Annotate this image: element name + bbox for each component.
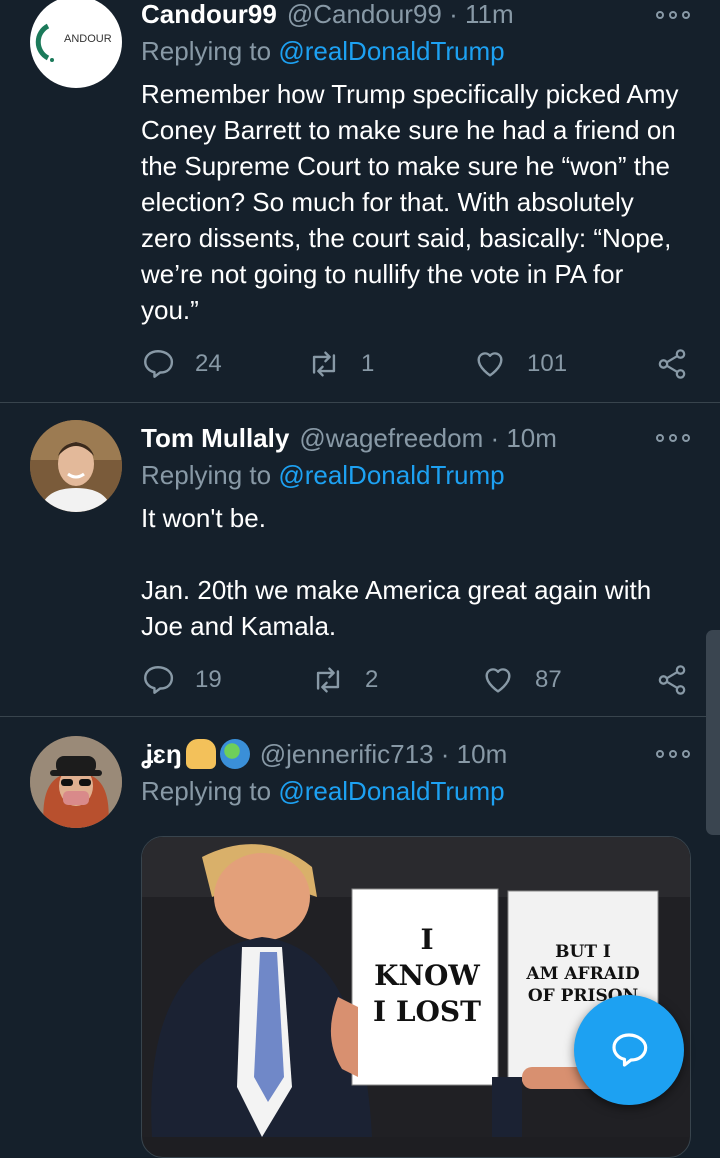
retweet-icon [312,351,336,377]
folded-hands-emoji [185,739,216,769]
compose-reply-icon [612,1033,648,1067]
replying-to: Replying to @realDonaldTrump [141,36,505,67]
avatar[interactable] [30,736,122,828]
avatar[interactable]: ANDOUR [30,0,122,88]
retweet-button[interactable]: 2 [311,660,378,700]
replying-to-label: Replying to [141,776,279,806]
globe-emoji [219,739,250,769]
share-icon [658,665,686,695]
tweet-candour99[interactable]: ANDOUR Candour99 @Candour99 · 11m Replyi… [0,0,720,400]
handle-timestamp[interactable]: @wagefreedom · 10m [299,423,557,454]
mention-link[interactable]: @realDonaldTrump [278,36,504,66]
more-options-icon[interactable] [656,8,690,22]
mention-link[interactable]: @realDonaldTrump [278,776,504,806]
like-count: 101 [527,350,568,377]
tweet-tom-mullaly[interactable]: Tom Mullaly @wagefreedom · 10m Replying … [0,420,720,716]
tweet-actions: 19 2 87 [141,660,701,700]
share-icon [658,349,686,379]
retweet-count: 1 [361,350,375,377]
replying-to: Replying to @realDonaldTrump [141,460,505,491]
tweet-media-image[interactable]: I KNOW I LOST BUT I AM AFRAID OF PRISON [141,836,691,1158]
reply-button[interactable]: 24 [141,344,222,384]
reply-count: 24 [195,350,222,377]
reply-icon [144,666,174,694]
like-count: 87 [535,666,562,693]
retweet-button[interactable]: 1 [307,344,374,384]
share-button[interactable] [655,344,689,384]
avatar-photo [30,420,122,512]
heart-icon [485,668,511,693]
divider [0,402,720,403]
avatar-logo-text: ANDOUR [64,33,112,45]
tweet-actions: 24 1 101 [141,344,701,384]
avatar[interactable] [30,420,122,512]
meme-left-sign-text: I KNOW I LOST [373,923,481,1028]
reply-icon [144,350,174,378]
handle-timestamp[interactable]: @jennerific713 · 10m [260,739,508,770]
replying-to-label: Replying to [141,36,279,66]
tweet-text: Remember how Trump specifically picked A… [141,79,679,325]
retweet-icon [316,667,340,693]
display-name[interactable]: Candour99 [141,0,277,30]
more-options-icon[interactable] [656,431,690,445]
reply-count: 19 [195,666,222,693]
handle-timestamp[interactable]: @Candour99 · 11m [287,0,514,30]
compose-reply-button[interactable] [574,995,684,1105]
avatar-photo [30,736,122,828]
replying-to: Replying to @realDonaldTrump [141,776,505,807]
like-button[interactable]: 87 [481,660,562,700]
divider [0,716,720,717]
reply-button[interactable]: 19 [141,660,222,700]
like-button[interactable]: 101 [473,344,567,384]
more-options-icon[interactable] [656,747,690,761]
heart-icon [477,352,503,377]
retweet-count: 2 [365,666,379,693]
mention-link[interactable]: @realDonaldTrump [278,460,504,490]
display-name[interactable]: Tom Mullaly [141,423,289,454]
display-name[interactable]: ʝɛŋ [141,739,182,770]
scrollbar[interactable] [706,630,720,835]
replying-to-label: Replying to [141,460,279,490]
share-button[interactable] [655,660,689,700]
tweet-text: It won't be. Jan. 20th we make America g… [141,503,652,641]
